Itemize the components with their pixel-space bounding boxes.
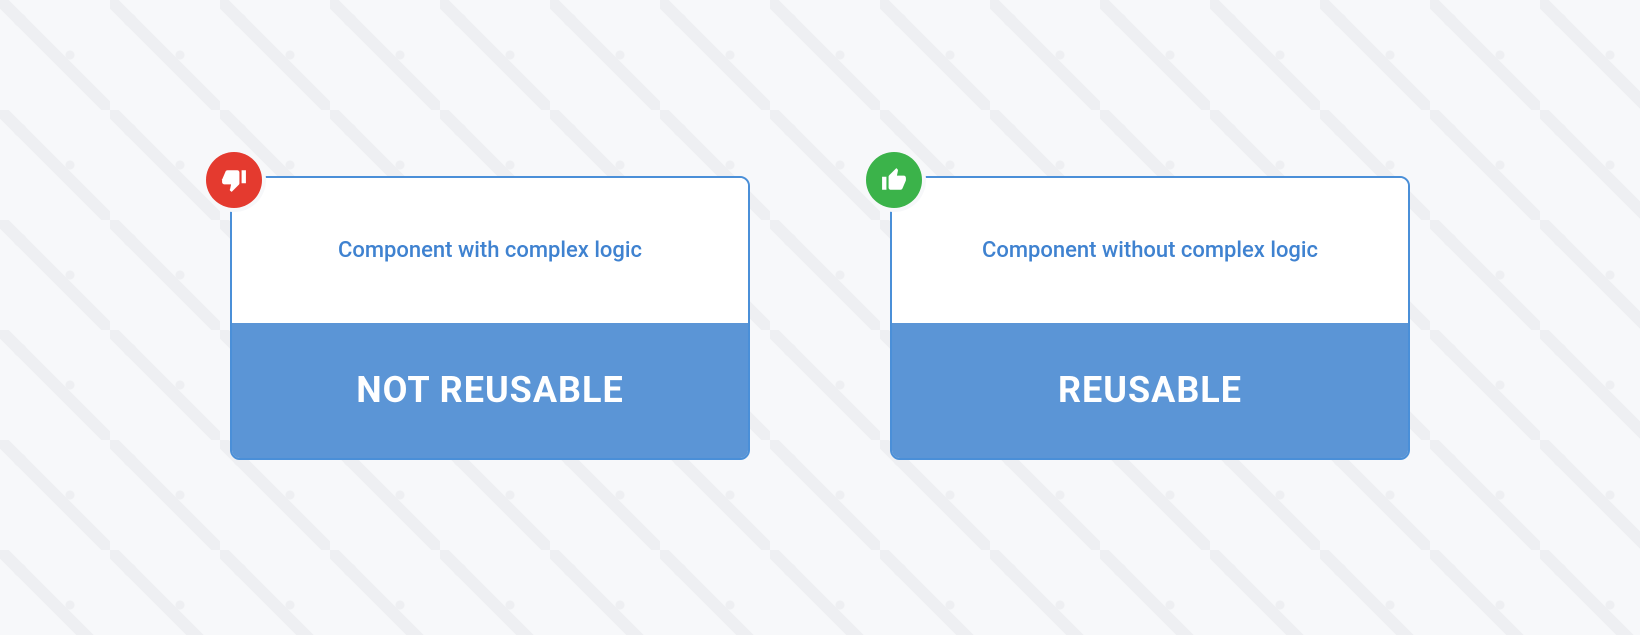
card-header: Component without complex logic <box>892 178 1408 323</box>
thumb-down-icon <box>206 152 262 208</box>
card-title: Component without complex logic <box>952 238 1348 263</box>
thumb-up-icon <box>866 152 922 208</box>
card-title: Component with complex logic <box>308 238 672 263</box>
card-reusable: Component without complex logic REUSABLE <box>890 176 1410 460</box>
card-header: Component with complex logic <box>232 178 748 323</box>
card-status-label: NOT REUSABLE <box>232 323 748 458</box>
diagram-stage: Component with complex logic NOT REUSABL… <box>0 0 1640 635</box>
card-status-label: REUSABLE <box>892 323 1408 458</box>
card-not-reusable: Component with complex logic NOT REUSABL… <box>230 176 750 460</box>
